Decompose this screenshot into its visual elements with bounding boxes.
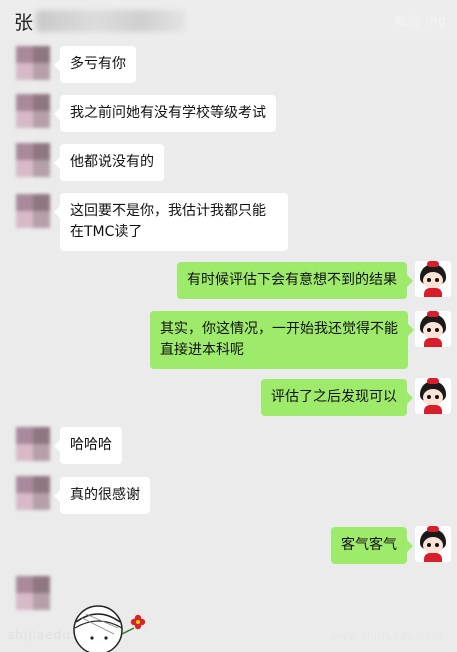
message-bubble-incoming[interactable]: 真的很感谢 — [54, 477, 150, 514]
my-avatar-icon[interactable] — [415, 526, 451, 562]
watermark-top: 微信 ing — [394, 14, 447, 28]
message-bubble-incoming[interactable]: 这回要不是你，我估计我都只能在TMC读了 — [54, 193, 288, 251]
contact-avatar[interactable] — [16, 427, 50, 461]
message-bubble-incoming[interactable]: 他都说没有的 — [54, 144, 164, 181]
message-bubble-outgoing[interactable]: 客气客气 — [331, 527, 413, 564]
bandaged-head-sticker-icon[interactable] — [66, 588, 156, 652]
contact-avatar[interactable] — [16, 576, 50, 610]
message-bubble-outgoing[interactable]: 有时候评估下会有意想不到的结果 — [177, 262, 413, 299]
watermark-bottom-right: www.shijiaedu.com — [329, 632, 443, 643]
contact-avatar[interactable] — [16, 194, 50, 228]
message-bubble-incoming[interactable]: 我之前问她有没有学校等级考试 — [54, 95, 276, 132]
my-avatar-icon[interactable] — [415, 311, 451, 347]
contact-avatar[interactable] — [16, 46, 50, 80]
contact-avatar[interactable] — [16, 94, 50, 128]
watermark-bottom-left: shijiaedu — [8, 628, 71, 642]
contact-name[interactable]: 张 — [14, 8, 33, 35]
message-bubble-outgoing[interactable]: 其实，你这情况，一开始我还觉得不能直接进本科呢 — [150, 311, 414, 369]
contact-name-blur — [36, 10, 186, 32]
message-bubble-outgoing[interactable]: 评估了之后发现可以 — [261, 379, 413, 416]
message-bubble-incoming[interactable]: 哈哈哈 — [54, 427, 122, 464]
my-avatar-icon[interactable] — [415, 261, 451, 297]
contact-avatar[interactable] — [16, 143, 50, 177]
my-avatar-icon[interactable] — [415, 378, 451, 414]
chat-header: 张 微信 ing — [0, 0, 457, 40]
contact-avatar[interactable] — [16, 476, 50, 510]
message-bubble-incoming[interactable]: 多亏有你 — [54, 46, 136, 83]
